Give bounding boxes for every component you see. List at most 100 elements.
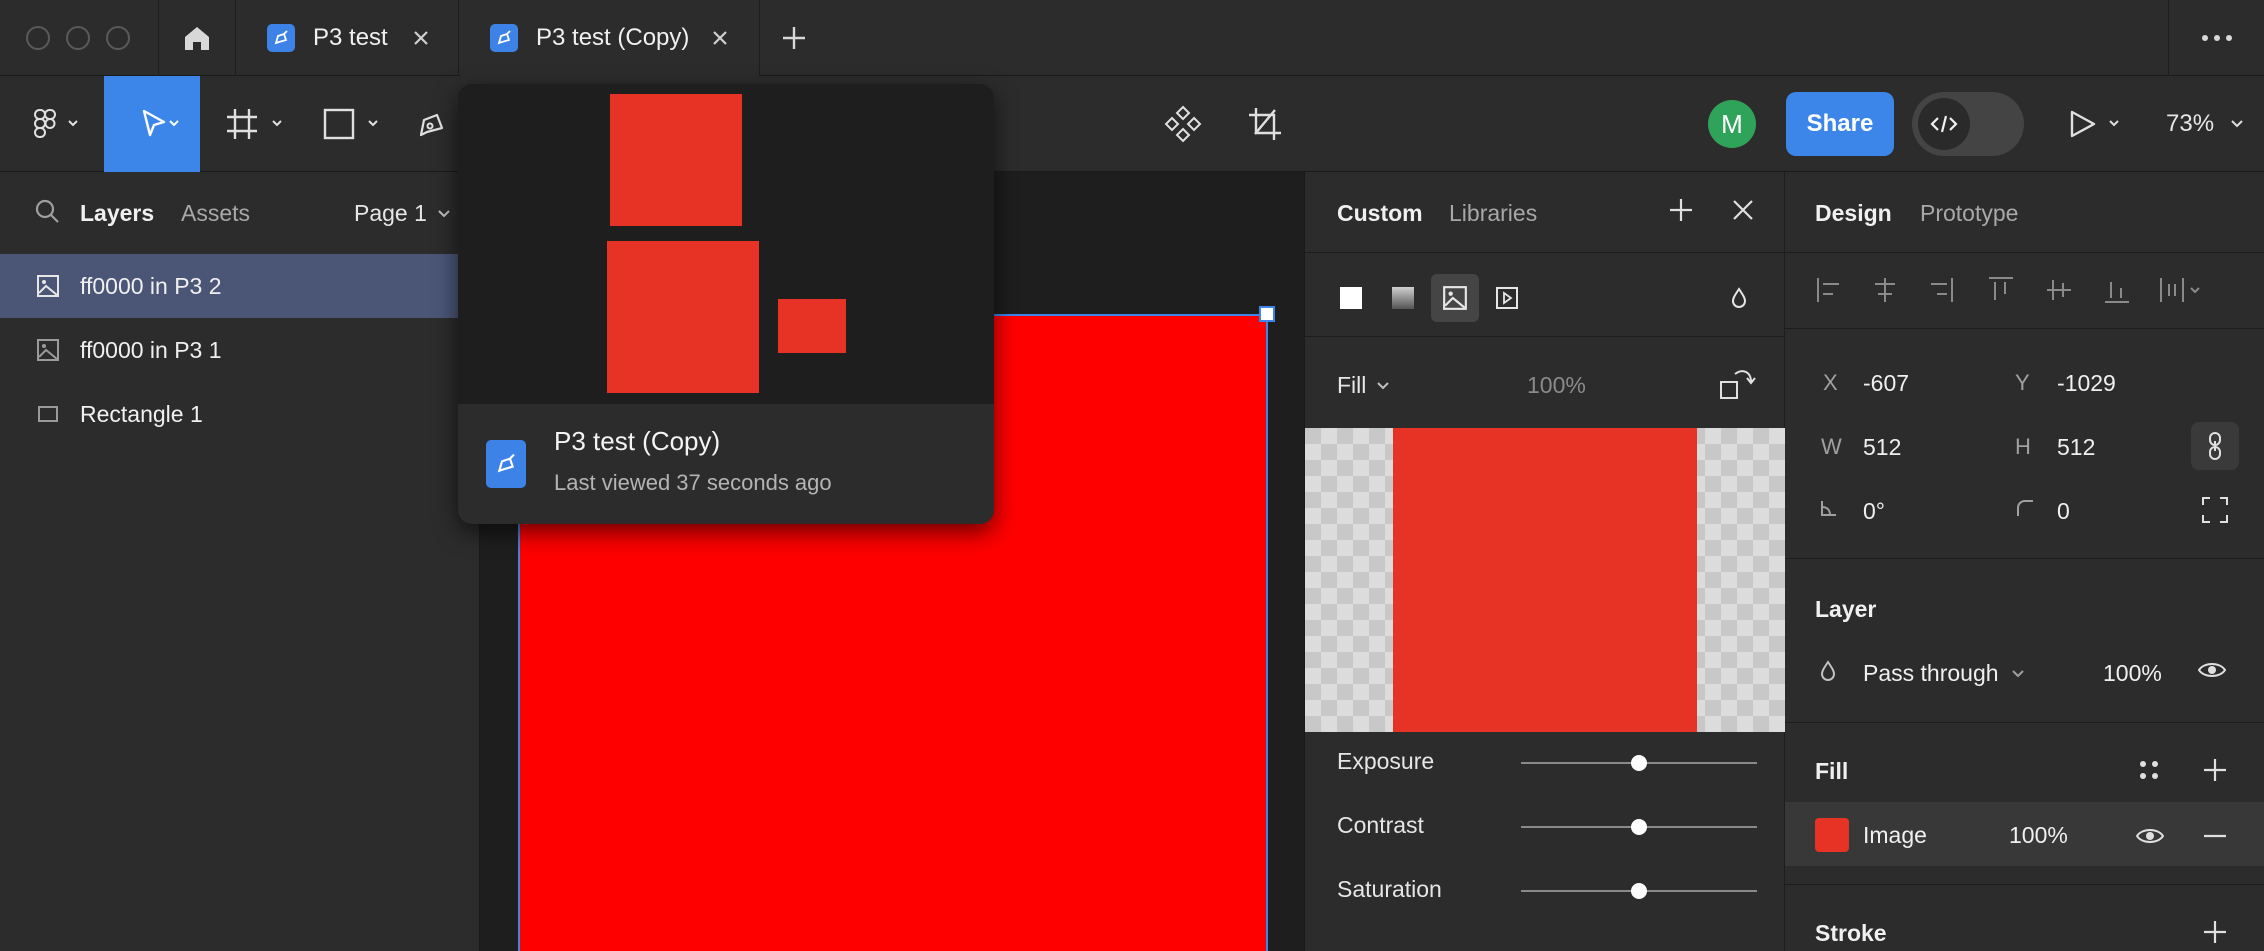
image-fill-icon <box>1443 286 1467 310</box>
tab-p3-test-copy[interactable]: P3 test (Copy) <box>460 0 760 76</box>
present-button[interactable] <box>2062 76 2126 172</box>
preview-last-viewed: Last viewed 37 seconds ago <box>554 470 832 495</box>
image-preview[interactable] <box>1305 428 1785 732</box>
contrast-slider-knob[interactable] <box>1631 819 1647 835</box>
fill-opacity-field[interactable]: 100% <box>2009 822 2068 849</box>
fill-type-dropdown[interactable]: Fill <box>1337 372 1394 399</box>
tab-custom[interactable]: Custom <box>1337 200 1423 227</box>
figma-logo-icon <box>34 109 78 138</box>
add-style-plus-icon[interactable] <box>1667 196 1695 224</box>
fill-type-name: Image <box>1863 822 1927 848</box>
layer-opacity-field[interactable]: 100% <box>2103 660 2162 687</box>
thumbnail-square <box>607 241 759 393</box>
fill-section-title: Fill <box>1815 758 1849 784</box>
toolbar: M Share 73% <box>0 76 2264 172</box>
y-field[interactable]: -1029 <box>2057 370 2116 397</box>
corner-radius-icon <box>2015 498 2035 518</box>
shape-tool-button[interactable] <box>318 76 388 172</box>
fill-swatch[interactable] <box>1815 818 1849 852</box>
design-panel: Design Prototype X -607 Y -1029 W 512 H … <box>1785 172 2264 951</box>
image-thumbnail <box>1393 428 1697 732</box>
share-button[interactable]: Share <box>1786 92 1894 156</box>
preview-title: P3 test (Copy) <box>554 426 721 456</box>
tab-libraries[interactable]: Libraries <box>1449 200 1537 227</box>
constrain-proportions-button[interactable] <box>2191 422 2239 470</box>
new-tab-plus-icon[interactable] <box>780 24 808 52</box>
blend-mode-label: Pass through <box>1863 660 1999 686</box>
crop-button[interactable] <box>1242 76 1288 172</box>
tab-layers[interactable]: Layers <box>80 200 154 227</box>
add-stroke-plus-icon[interactable] <box>2201 918 2229 946</box>
video-fill-icon <box>1496 287 1518 309</box>
zoom-dropdown[interactable]: 73% <box>2166 76 2248 172</box>
layer-row-rectangle-1[interactable]: Rectangle 1 <box>0 382 458 446</box>
independent-corners-icon[interactable] <box>2201 496 2229 524</box>
avatar[interactable]: M <box>1708 100 1756 148</box>
exposure-slider-knob[interactable] <box>1631 755 1647 771</box>
resize-handle[interactable] <box>1259 306 1275 322</box>
h-key: H <box>2015 434 2031 459</box>
divider <box>1785 252 2264 253</box>
window-minimize-button[interactable] <box>66 26 90 50</box>
search-icon[interactable] <box>34 198 60 224</box>
home-tab[interactable] <box>158 0 236 76</box>
main-menu-button[interactable] <box>20 76 90 172</box>
layer-section-title: Layer <box>1815 596 1877 622</box>
image-fill-button[interactable] <box>1431 274 1479 322</box>
divider <box>1785 722 2264 723</box>
figma-file-icon <box>490 24 518 52</box>
layer-row-ff0000-p3-2[interactable]: ff0000 in P3 2 <box>0 254 458 318</box>
pen-tool-button[interactable] <box>410 76 454 172</box>
x-field[interactable]: -607 <box>1863 370 1909 397</box>
layer-row-ff0000-p3-1[interactable]: ff0000 in P3 1 <box>0 318 458 382</box>
tab-design[interactable]: Design <box>1815 200 1892 227</box>
window-zoom-button[interactable] <box>106 26 130 50</box>
blend-mode-button[interactable] <box>1715 274 1763 322</box>
thumbnail-square <box>778 299 846 353</box>
video-fill-button[interactable] <box>1483 274 1531 322</box>
frame-tool-button[interactable] <box>222 76 292 172</box>
x-key: X <box>1823 370 1838 395</box>
tab-label: P3 test <box>313 24 388 51</box>
image-icon <box>36 338 60 362</box>
tab-preview-popup[interactable]: P3 test (Copy) Last viewed 37 seconds ag… <box>458 84 994 524</box>
dev-mode-toggle[interactable] <box>1912 92 2024 156</box>
stroke-section-title: Stroke <box>1815 920 1887 946</box>
remove-fill-minus-icon[interactable] <box>2201 822 2229 850</box>
tab-prototype[interactable]: Prototype <box>1920 200 2018 227</box>
gradient-fill-button[interactable] <box>1379 274 1427 322</box>
rotation-field[interactable]: 0° <box>1863 498 1885 525</box>
align-left-icon <box>1817 278 1839 302</box>
styles-grid-icon[interactable] <box>2137 758 2161 782</box>
tab-close-icon[interactable] <box>407 24 435 52</box>
h-field[interactable]: 512 <box>2057 434 2095 461</box>
fill-opacity[interactable]: 100% <box>1527 372 1586 399</box>
saturation-slider-knob[interactable] <box>1631 883 1647 899</box>
chevron-down-icon <box>2011 669 2024 677</box>
blend-mode-dropdown[interactable]: Pass through <box>1863 660 2029 687</box>
chevron-down-icon <box>1377 381 1390 389</box>
solid-fill-button[interactable] <box>1327 274 1375 322</box>
drop-icon <box>1731 287 1747 308</box>
divider <box>1305 252 1785 253</box>
w-field[interactable]: 512 <box>1863 434 1901 461</box>
add-fill-plus-icon[interactable] <box>2201 756 2229 784</box>
tab-assets[interactable]: Assets <box>181 200 250 227</box>
corner-radius-field[interactable]: 0 <box>2057 498 2070 525</box>
align-bottom-icon <box>2105 282 2129 303</box>
fill-row[interactable]: Image 100% <box>1785 802 2264 866</box>
eye-icon[interactable] <box>2197 658 2227 682</box>
rotate-image-icon[interactable] <box>1717 366 1761 402</box>
tab-close-icon[interactable] <box>706 24 734 52</box>
page-selector[interactable]: Page 1 <box>354 200 455 227</box>
y-key: Y <box>2015 370 2030 395</box>
close-icon[interactable] <box>1731 198 1755 222</box>
tab-p3-test[interactable]: P3 test <box>237 0 459 76</box>
layer-label: Rectangle 1 <box>80 400 203 427</box>
layer-label: ff0000 in P3 2 <box>80 272 222 299</box>
more-options-icon[interactable] <box>2168 0 2264 76</box>
move-tool-button[interactable] <box>104 76 200 172</box>
components-button[interactable] <box>1158 76 1208 172</box>
eye-icon[interactable] <box>2135 824 2165 848</box>
window-close-button[interactable] <box>26 26 50 50</box>
